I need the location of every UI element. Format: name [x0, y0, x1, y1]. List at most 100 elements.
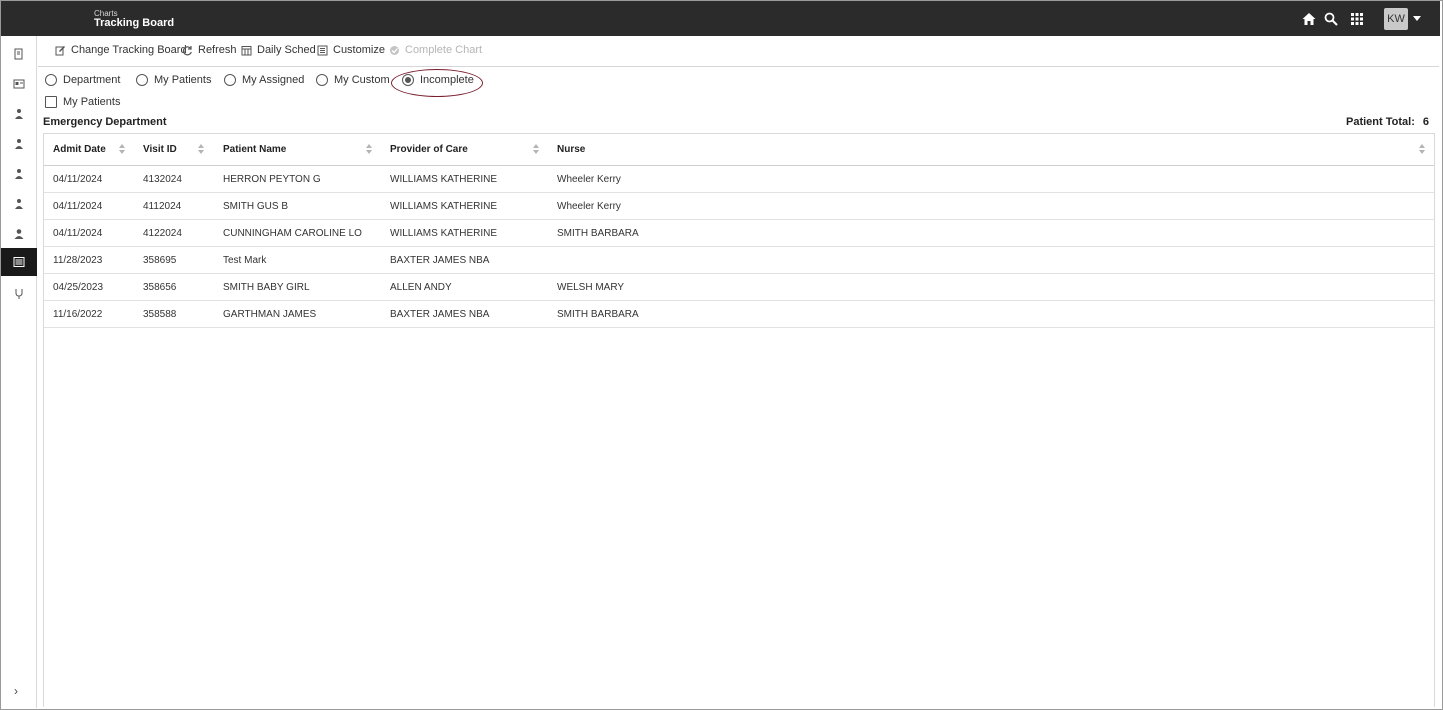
change-tracking-board-button[interactable]: Change Tracking Board — [55, 44, 187, 56]
col-patient-name[interactable]: Patient Name — [223, 144, 286, 155]
nav-user[interactable] — [1, 220, 37, 248]
complete-chart-button: Complete Chart — [389, 44, 482, 56]
cell-patient-name: SMITH BABY GIRL — [223, 282, 310, 293]
my-patients-checkbox-label: My Patients — [63, 96, 121, 108]
nav-documents[interactable] — [1, 40, 37, 68]
grid-header: Admit Date Visit ID Patient Name Provide… — [44, 134, 1434, 166]
cell-nurse: Wheeler Kerry — [557, 201, 621, 212]
cell-patient-name: CUNNINGHAM CAROLINE LO — [223, 228, 362, 239]
cell-admit-date: 04/11/2024 — [53, 174, 103, 185]
table-row[interactable]: 11/16/2022 358588 GARTHMAN JAMES BAXTER … — [44, 301, 1434, 328]
nav-patients-3[interactable] — [1, 160, 37, 188]
customize-icon — [317, 45, 328, 55]
col-provider-of-care[interactable]: Provider of Care — [390, 144, 468, 155]
radio-circle[interactable] — [316, 74, 328, 86]
home-icon[interactable] — [1301, 11, 1317, 27]
radio-circle[interactable] — [224, 74, 236, 86]
patient-total-count: 6 — [1422, 116, 1429, 128]
daily-sched-button[interactable]: Daily Sched — [241, 44, 316, 56]
search-icon[interactable] — [1323, 11, 1339, 27]
cell-visit-id: 4132024 — [143, 174, 182, 185]
cell-visit-id: 4122024 — [143, 228, 182, 239]
cell-nurse: WELSH MARY — [557, 282, 625, 293]
annotation-highlight-ring — [391, 69, 483, 97]
patient-group-icon — [15, 139, 23, 149]
cell-provider: BAXTER JAMES NBA — [390, 255, 490, 266]
cell-admit-date: 04/25/2023 — [53, 282, 104, 293]
table-row[interactable]: 04/11/2024 4132024 HERRON PEYTON G WILLI… — [44, 166, 1434, 193]
cell-admit-date: 04/11/2024 — [53, 201, 103, 212]
app-header: Charts Tracking Board KW — [1, 1, 1440, 36]
customize-button[interactable]: Customize — [317, 44, 385, 56]
nav-patients-1[interactable] — [1, 100, 37, 128]
radio-my-custom[interactable]: My Custom — [316, 74, 390, 86]
cell-visit-id: 358588 — [143, 309, 177, 320]
cell-visit-id: 358656 — [143, 282, 177, 293]
patient-group-icon — [15, 169, 23, 179]
patient-group-icon — [15, 109, 23, 119]
table-row[interactable]: 04/25/2023 358656 SMITH BABY GIRL ALLEN … — [44, 274, 1434, 301]
document-icon — [14, 48, 23, 60]
stethoscope-icon — [15, 289, 23, 299]
cell-provider: BAXTER JAMES NBA — [390, 309, 490, 320]
cell-visit-id: 4112024 — [143, 201, 182, 212]
nav-id-card[interactable] — [1, 70, 37, 98]
customize-label: Customize — [333, 44, 385, 56]
daily-sched-label: Daily Sched — [257, 44, 316, 56]
col-admit-date[interactable]: Admit Date — [53, 144, 106, 155]
cell-admit-date: 11/28/2023 — [53, 255, 103, 266]
radio-department[interactable]: Department — [45, 74, 120, 86]
change-tracking-board-label: Change Tracking Board — [71, 44, 187, 56]
cell-nurse: SMITH BARBARA — [557, 228, 639, 239]
radio-my-assigned-label: My Assigned — [242, 74, 305, 86]
cell-admit-date: 04/11/2024 — [53, 228, 103, 239]
cell-visit-id: 358695 — [143, 255, 177, 266]
patient-grid: Admit Date Visit ID Patient Name Provide… — [43, 133, 1435, 707]
radio-circle[interactable] — [136, 74, 148, 86]
patient-total: Patient Total: 6 — [1346, 116, 1429, 128]
radio-my-assigned[interactable]: My Assigned — [224, 74, 304, 86]
id-card-icon — [13, 79, 25, 89]
refresh-label: Refresh — [198, 44, 237, 56]
user-icon — [14, 229, 24, 239]
nav-tracking-board[interactable] — [1, 248, 37, 276]
cell-provider: WILLIAMS KATHERINE — [390, 174, 498, 185]
expand-nav-chevron-right-icon[interactable]: › — [14, 684, 18, 698]
patient-total-label: Patient Total: — [1346, 116, 1415, 128]
table-row[interactable]: 04/11/2024 4112024 SMITH GUS B WILLIAMS … — [44, 193, 1434, 220]
sort-icon[interactable] — [198, 144, 205, 156]
user-menu-chevron-down-icon[interactable] — [1413, 16, 1421, 21]
tracking-board-icon — [13, 257, 25, 267]
toolbar: Change Tracking Board Refresh Daily Sche… — [38, 37, 1439, 67]
radio-my-custom-label: My Custom — [334, 74, 390, 86]
table-row[interactable]: 04/11/2024 4122024 CUNNINGHAM CAROLINE L… — [44, 220, 1434, 247]
sort-icon[interactable] — [1419, 144, 1426, 156]
nav-patients-4[interactable] — [1, 190, 37, 218]
radio-circle[interactable] — [45, 74, 57, 86]
checkbox-box[interactable] — [45, 96, 57, 108]
patient-group-icon — [15, 199, 23, 209]
radio-my-patients-label: My Patients — [154, 74, 212, 86]
nav-patients-2[interactable] — [1, 130, 37, 158]
cell-nurse: Wheeler Kerry — [557, 174, 621, 185]
radio-department-label: Department — [63, 74, 121, 86]
col-visit-id[interactable]: Visit ID — [143, 144, 177, 155]
nav-clinical[interactable] — [1, 280, 37, 308]
check-circle-icon — [390, 45, 399, 55]
cell-patient-name: HERRON PEYTON G — [223, 174, 321, 185]
refresh-button[interactable]: Refresh — [182, 44, 237, 56]
sort-icon[interactable] — [533, 144, 540, 156]
cell-nurse: SMITH BARBARA — [557, 309, 639, 320]
user-avatar[interactable]: KW — [1384, 8, 1408, 30]
cell-provider: WILLIAMS KATHERINE — [390, 228, 498, 239]
radio-my-patients[interactable]: My Patients — [136, 74, 211, 86]
col-nurse[interactable]: Nurse — [557, 144, 585, 155]
cell-provider: ALLEN ANDY — [390, 282, 452, 293]
apps-grid-icon[interactable] — [1349, 11, 1365, 27]
sort-icon[interactable] — [366, 144, 373, 156]
refresh-icon — [182, 45, 192, 55]
left-nav: › — [1, 36, 37, 708]
sort-icon[interactable] — [119, 144, 126, 156]
table-row[interactable]: 11/28/2023 358695 Test Mark BAXTER JAMES… — [44, 247, 1434, 274]
my-patients-checkbox[interactable]: My Patients — [45, 96, 120, 108]
